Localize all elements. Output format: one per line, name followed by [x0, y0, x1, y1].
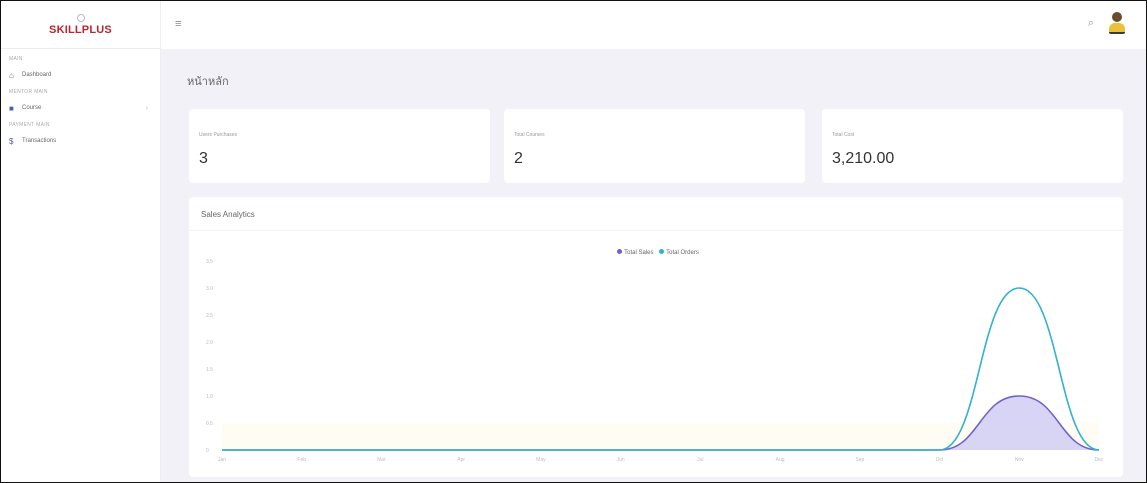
sidebar-item-transactions[interactable]: $ Transactions — [1, 134, 160, 148]
y-tick-label: 0.5 — [206, 421, 213, 427]
y-tick-label: 1.5 — [206, 367, 213, 373]
sales-chart: 0 0.5 1.0 1.5 2.0 2.5 3.0 3.5 Jan Feb Mar Apr May Jun… — [206, 259, 1104, 463]
section-label-mentor: MENTOR MAIN — [9, 89, 48, 95]
legend-dot-sales — [617, 249, 623, 254]
sidebar-item-course[interactable]: ■ Course › — [1, 101, 160, 115]
legend-label-orders: Total Orders — [666, 250, 699, 256]
avatar-head — [1112, 12, 1122, 22]
logo-text: SKILLPLUS — [49, 23, 112, 36]
sidebar-item-dashboard[interactable]: ⌂ Dashboard — [1, 68, 160, 82]
stat-card-total-cost: Total Cost 3,210.00 — [822, 109, 1123, 183]
x-tick-label: Mar — [377, 457, 386, 463]
stat-label: Total Courses — [514, 132, 545, 138]
y-tick-label: 3.0 — [206, 286, 213, 292]
sidebar: SKILLPLUS MAIN ⌂ Dashboard MENTOR MAIN ■… — [1, 1, 161, 482]
stat-label: Users Purchases — [199, 132, 238, 138]
stat-value: 2 — [514, 150, 523, 167]
x-tick-label: Feb — [297, 457, 306, 463]
y-tick-label: 2.5 — [206, 313, 213, 319]
logo-icon — [76, 13, 85, 22]
stat-value: 3,210.00 — [832, 150, 895, 167]
avatar-body — [1109, 23, 1125, 34]
legend-dot-orders — [659, 249, 665, 254]
x-tick-label: Nov — [1015, 457, 1024, 463]
chevron-right-icon: › — [145, 104, 148, 112]
y-tick-label: 1.0 — [206, 394, 213, 400]
y-tick-label: 3.5 — [206, 259, 213, 265]
sidebar-item-label: Course — [22, 105, 42, 111]
sales-analytics-card: Sales Analytics 0 0.5 1.0 1.5 2.0 2.5 3.0 3.5 Ja… — [189, 197, 1123, 477]
page-title: หน้าหลัก — [187, 76, 229, 88]
legend-label-sales: Total Sales — [624, 250, 654, 256]
x-tick-label: Jan — [218, 457, 226, 463]
stat-label: Total Cost — [832, 132, 855, 138]
x-tick-label: Oct — [936, 457, 944, 463]
search-icon[interactable]: ⌕ — [1088, 17, 1094, 30]
book-icon: ■ — [9, 103, 14, 113]
sidebar-item-label: Transactions — [22, 138, 57, 144]
y-tick-label: 0 — [206, 448, 209, 454]
x-tick-label: Apr — [457, 457, 465, 463]
sidebar-item-label: Dashboard — [22, 72, 52, 78]
section-label-main: MAIN — [9, 56, 23, 62]
hamburger-menu-icon[interactable]: ≡ — [175, 18, 181, 30]
x-tick-label: Aug — [776, 457, 785, 463]
dollar-icon: $ — [9, 136, 14, 146]
x-tick-label: Jun — [617, 457, 625, 463]
x-tick-label: Sep — [855, 457, 864, 463]
y-tick-label: 2.0 — [206, 340, 213, 346]
x-tick-label: Jul — [697, 457, 703, 463]
x-tick-label: Dec — [1095, 457, 1104, 463]
stat-card-total-courses: Total Courses 2 — [504, 109, 805, 183]
section-label-payment: PAYMENT MAIN — [9, 122, 50, 128]
home-icon: ⌂ — [9, 70, 14, 80]
stat-value: 3 — [199, 150, 208, 167]
app-window: SKILLPLUS MAIN ⌂ Dashboard MENTOR MAIN ■… — [0, 0, 1147, 483]
stat-card-users-purchases: Users Purchases 3 — [189, 109, 490, 183]
avatar[interactable] — [1106, 10, 1128, 36]
logo[interactable]: SKILLPLUS — [1, 1, 160, 49]
topbar: ≡ ⌕ — [161, 1, 1146, 49]
chart-legend: Total Sales Total Orders — [189, 249, 1123, 256]
x-tick-label: May — [536, 457, 546, 463]
